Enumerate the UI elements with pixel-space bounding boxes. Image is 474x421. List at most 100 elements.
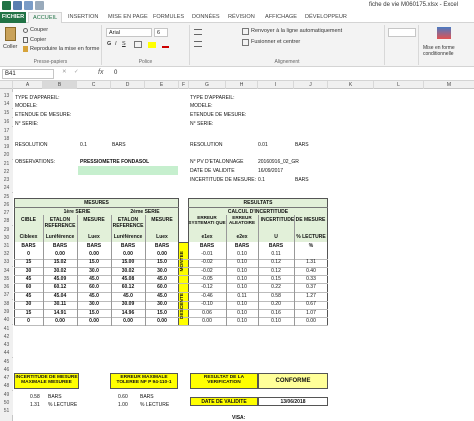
paste-icon[interactable]: [5, 27, 16, 41]
descente-cell[interactable]: 0.10: [226, 310, 258, 316]
descente-cell[interactable]: 0.00: [111, 318, 145, 324]
row-number[interactable]: 20: [0, 151, 13, 159]
col-header-a[interactable]: A: [13, 81, 43, 89]
montee-cell[interactable]: 45.09: [43, 276, 77, 282]
col-header-h[interactable]: H: [226, 81, 258, 89]
row-number[interactable]: 37: [0, 291, 13, 299]
row-number[interactable]: 25: [0, 193, 13, 201]
row-number[interactable]: 36: [0, 283, 13, 291]
montee-cell[interactable]: 0.00: [43, 251, 77, 257]
montee-cell[interactable]: 0.37: [294, 284, 328, 290]
montee-cell[interactable]: 15.00: [111, 259, 145, 265]
format-painter-button[interactable]: Reproduire la mise en forme: [30, 46, 99, 52]
row-number[interactable]: 44: [0, 349, 13, 357]
row-number[interactable]: 15: [0, 109, 13, 117]
select-all-corner[interactable]: [0, 81, 13, 89]
montee-cell[interactable]: 0.10: [226, 276, 258, 282]
montee-cell[interactable]: 0.22: [258, 284, 294, 290]
col-header-k[interactable]: K: [328, 81, 374, 89]
tab-mise-en-page[interactable]: MISE EN PAGE: [108, 14, 148, 20]
align-top-icon[interactable]: [194, 29, 202, 35]
descente-cell[interactable]: 45.0: [77, 293, 111, 299]
descente-cell[interactable]: 0.00: [43, 318, 77, 324]
montee-cell[interactable]: 15.0: [145, 259, 179, 265]
descente-cell[interactable]: 0.00: [294, 318, 328, 324]
descente-cell[interactable]: 0.00: [188, 318, 226, 324]
col-header-d[interactable]: D: [111, 81, 145, 89]
tab-affichage[interactable]: AFFICHAGE: [265, 14, 297, 20]
col-header-j[interactable]: J: [294, 81, 328, 89]
row-number[interactable]: 26: [0, 201, 13, 209]
insert-function-icon[interactable]: fx: [98, 69, 103, 76]
montee-cell[interactable]: 45.0: [145, 276, 179, 282]
row-number[interactable]: 51: [0, 407, 13, 415]
montee-cell[interactable]: 45.08: [111, 276, 145, 282]
tab-accueil[interactable]: ACCUEIL: [28, 12, 63, 23]
descente-cell[interactable]: 0.11: [226, 293, 258, 299]
save-icon[interactable]: [13, 1, 22, 10]
copy-button[interactable]: Copier: [30, 37, 46, 43]
row-number[interactable]: 46: [0, 366, 13, 374]
underline-icon[interactable]: S: [122, 41, 126, 47]
montee-cell[interactable]: -0.01: [188, 251, 226, 257]
col-header-g[interactable]: G: [189, 81, 226, 89]
row-number[interactable]: 30: [0, 234, 13, 242]
descente-cell[interactable]: 45: [14, 293, 43, 299]
montee-cell[interactable]: -0.02: [188, 259, 226, 265]
row-number[interactable]: 40: [0, 316, 13, 324]
descente-cell[interactable]: 15: [14, 310, 43, 316]
row-number[interactable]: 43: [0, 341, 13, 349]
montee-cell[interactable]: 0.33: [294, 276, 328, 282]
montee-cell[interactable]: 30.02: [43, 268, 77, 274]
montee-cell[interactable]: 0.11: [258, 251, 294, 257]
descente-cell[interactable]: 15.0: [145, 310, 179, 316]
align-left-icon[interactable]: [194, 41, 202, 47]
descente-cell[interactable]: 14.91: [43, 310, 77, 316]
descente-cell[interactable]: 30.11: [43, 301, 77, 307]
descente-cell[interactable]: 0.10: [226, 301, 258, 307]
descente-cell[interactable]: 1.07: [294, 310, 328, 316]
descente-cell[interactable]: 0.16: [258, 310, 294, 316]
col-header-c[interactable]: C: [77, 81, 111, 89]
descente-cell[interactable]: 30.09: [111, 301, 145, 307]
bold-icon[interactable]: G: [107, 41, 111, 47]
paste-label[interactable]: Coller: [3, 44, 17, 50]
row-number[interactable]: 41: [0, 325, 13, 333]
descente-cell[interactable]: 0.58: [258, 293, 294, 299]
tab-fichier[interactable]: FICHIER: [0, 12, 26, 23]
montee-cell[interactable]: 30.0: [77, 268, 111, 274]
montee-cell[interactable]: 60: [14, 284, 43, 290]
montee-cell[interactable]: 0.10: [226, 268, 258, 274]
merge-center-button[interactable]: Fusionner et centrer: [251, 39, 300, 45]
descente-cell[interactable]: 0.06: [188, 310, 226, 316]
font-name-select[interactable]: Arial: [106, 28, 152, 37]
row-number[interactable]: 50: [0, 399, 13, 407]
row-number[interactable]: 33: [0, 258, 13, 266]
descente-cell[interactable]: 30: [14, 301, 43, 307]
row-number[interactable]: 47: [0, 374, 13, 382]
montee-cell[interactable]: 0.40: [294, 268, 328, 274]
montee-cell[interactable]: 0: [14, 251, 43, 257]
tab-formules[interactable]: FORMULES: [153, 14, 184, 20]
name-box[interactable]: B41: [2, 69, 54, 79]
montee-cell[interactable]: 60.12: [111, 284, 145, 290]
tab-developpeur[interactable]: DÉVELOPPEUR: [305, 14, 347, 20]
montee-cell[interactable]: -0.05: [188, 276, 226, 282]
montee-cell[interactable]: 60.12: [43, 284, 77, 290]
descente-cell[interactable]: -0.46: [188, 293, 226, 299]
descente-cell[interactable]: 0.00: [145, 318, 179, 324]
tab-insertion[interactable]: INSERTION: [68, 14, 98, 20]
conditional-format-button[interactable]: Mise en forme conditionnelle: [423, 45, 471, 57]
descente-cell[interactable]: 0.20: [258, 301, 294, 307]
montee-cell[interactable]: 0.00: [77, 251, 111, 257]
row-number[interactable]: 23: [0, 176, 13, 184]
row-number[interactable]: 35: [0, 275, 13, 283]
borders-icon[interactable]: [134, 41, 142, 48]
row-number[interactable]: 34: [0, 267, 13, 275]
tab-revision[interactable]: RÉVISION: [228, 14, 255, 20]
row-number[interactable]: 17: [0, 127, 13, 135]
montee-cell[interactable]: 60.0: [145, 284, 179, 290]
descente-cell[interactable]: 15.0: [77, 310, 111, 316]
worksheet-grid[interactable]: 13 14 15 16 17 18 19 20 21 22 23 24 25 26 27 28 29 30 31 32…: [0, 89, 474, 421]
montee-cell[interactable]: 0.10: [226, 284, 258, 290]
